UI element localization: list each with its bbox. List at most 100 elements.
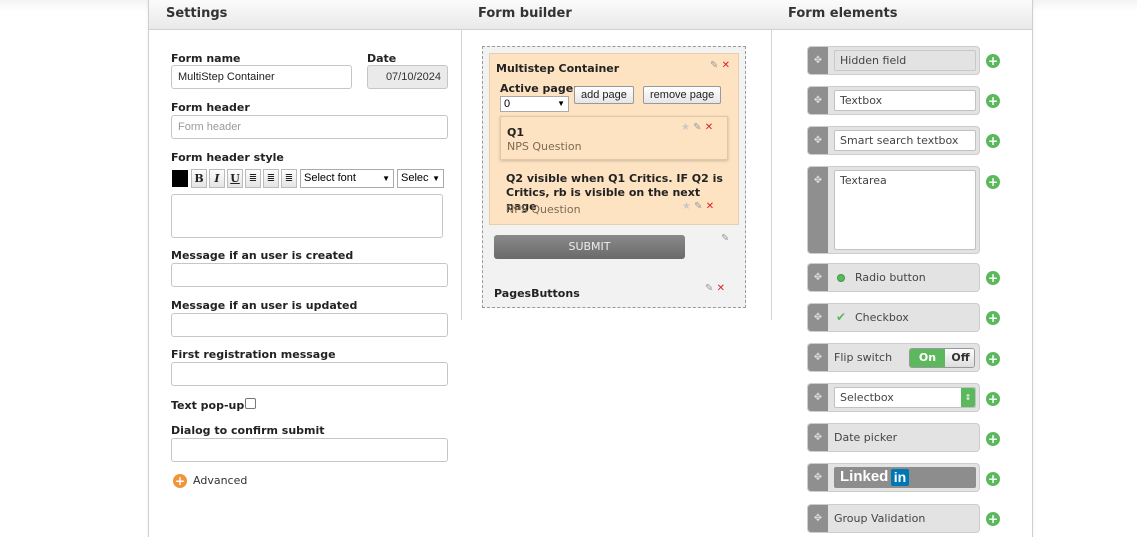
q2-subtitle: NPS Question bbox=[506, 203, 581, 216]
q1-subtitle: NPS Question bbox=[507, 140, 582, 153]
linkedin-text: Linked bbox=[840, 468, 889, 485]
text-popup-label: Text pop-up bbox=[171, 399, 245, 412]
add-page-button[interactable]: add page bbox=[574, 86, 634, 104]
flip-switch-toggle[interactable]: On Off bbox=[909, 348, 975, 368]
form-elements-header: Form elements bbox=[771, 0, 1032, 30]
italic-button[interactable]: I bbox=[209, 169, 225, 188]
drag-handle-icon[interactable]: ✥ bbox=[808, 424, 828, 451]
element-hidden-field[interactable]: ✥ Hidden field bbox=[807, 46, 980, 75]
element-flip-switch[interactable]: ✥ Flip switch On Off bbox=[807, 343, 980, 372]
container-title: Multistep Container bbox=[496, 62, 620, 75]
form-elements-title: Form elements bbox=[788, 6, 898, 21]
pencil-icon[interactable]: ✎ bbox=[710, 60, 718, 71]
drag-handle-icon[interactable]: ✥ bbox=[808, 384, 828, 411]
form-name-input[interactable]: MultiStep Container bbox=[171, 65, 352, 89]
plus-icon[interactable]: + bbox=[986, 352, 1000, 366]
drag-handle-icon[interactable]: ✥ bbox=[808, 264, 828, 291]
active-page-label: Active page: bbox=[500, 82, 578, 95]
plus-icon[interactable]: + bbox=[986, 432, 1000, 446]
text-popup-checkbox[interactable] bbox=[245, 398, 256, 409]
active-page-value: 0 bbox=[504, 98, 511, 110]
pencil-icon[interactable]: ✎ bbox=[693, 122, 701, 133]
form-header-label: Form header bbox=[171, 101, 250, 114]
pencil-icon[interactable]: ✎ bbox=[721, 233, 729, 244]
plus-icon[interactable]: + bbox=[986, 271, 1000, 285]
form-header-input[interactable]: Form header bbox=[171, 115, 448, 139]
align-left-icon[interactable]: ≣ bbox=[245, 169, 261, 188]
element-textarea[interactable]: ✥ Textarea bbox=[807, 166, 980, 254]
drag-handle-icon[interactable]: ✥ bbox=[808, 304, 828, 331]
pencil-icon[interactable]: ✎ bbox=[705, 283, 713, 294]
header-style-editor[interactable] bbox=[171, 194, 443, 238]
q2-actions: ★ ✎ ✕ bbox=[682, 201, 714, 212]
element-smart-search[interactable]: ✥ Smart search textbox bbox=[807, 126, 980, 155]
drag-handle-icon[interactable]: ✥ bbox=[808, 344, 828, 371]
plus-icon[interactable]: + bbox=[986, 94, 1000, 108]
flip-switch-label: Flip switch bbox=[834, 351, 893, 364]
pencil-icon[interactable]: ✎ bbox=[694, 201, 702, 212]
msg-updated-label: Message if an user is updated bbox=[171, 299, 358, 312]
multistep-container[interactable]: Multistep Container ✎ ✕ Active page: 0 ▼ … bbox=[489, 53, 739, 225]
element-linkedin[interactable]: ✥ Linked in bbox=[807, 463, 980, 492]
plus-icon[interactable]: + bbox=[986, 512, 1000, 526]
advanced-link[interactable]: Advanced bbox=[193, 474, 247, 487]
font-select-value: Select font bbox=[304, 172, 356, 184]
q1-actions: ★ ✎ ✕ bbox=[681, 122, 713, 133]
element-textbox[interactable]: ✥ Textbox bbox=[807, 86, 980, 115]
drag-handle-icon[interactable]: ✥ bbox=[808, 505, 828, 532]
chevron-down-icon: ▼ bbox=[432, 174, 440, 183]
msg-updated-input[interactable] bbox=[171, 313, 448, 337]
align-right-icon[interactable]: ≣ bbox=[281, 169, 297, 188]
textarea-label: Textarea bbox=[834, 170, 976, 250]
smart-search-label: Smart search textbox bbox=[834, 130, 976, 151]
container-actions: ✎ ✕ bbox=[710, 60, 730, 71]
plus-icon[interactable]: + bbox=[986, 472, 1000, 486]
first-reg-input[interactable] bbox=[171, 362, 448, 386]
drag-handle-icon[interactable]: ✥ bbox=[808, 167, 828, 253]
radio-dot-icon bbox=[837, 274, 845, 282]
underline-button[interactable]: U bbox=[227, 169, 243, 188]
star-icon[interactable]: ★ bbox=[681, 122, 690, 133]
element-radio-button[interactable]: ✥ Radio button bbox=[807, 263, 980, 292]
dialog-confirm-input[interactable] bbox=[171, 438, 448, 462]
question-card-q2[interactable]: Q2 visible when Q1 Critics. IF Q2 is Cri… bbox=[500, 170, 730, 220]
question-card-q1[interactable]: Q1 NPS Question ★ ✎ ✕ bbox=[500, 116, 728, 160]
star-icon[interactable]: ★ bbox=[682, 201, 691, 212]
plus-icon[interactable]: + bbox=[986, 311, 1000, 325]
close-icon[interactable]: ✕ bbox=[706, 201, 714, 212]
element-date-picker[interactable]: ✥ Date picker bbox=[807, 423, 980, 452]
chevron-down-icon: ▼ bbox=[557, 99, 565, 108]
drag-handle-icon[interactable]: ✥ bbox=[808, 127, 828, 154]
form-name-label: Form name bbox=[171, 52, 241, 65]
element-selectbox[interactable]: ✥ Selectbox ⇕ bbox=[807, 383, 980, 412]
msg-created-input[interactable] bbox=[171, 263, 448, 287]
font-select[interactable]: Select font ▼ bbox=[300, 169, 394, 188]
plus-icon[interactable]: + bbox=[986, 54, 1000, 68]
close-icon[interactable]: ✕ bbox=[705, 122, 713, 133]
element-group-validation[interactable]: ✥ Group Validation bbox=[807, 504, 980, 533]
drag-handle-icon[interactable]: ✥ bbox=[808, 464, 828, 491]
plus-icon[interactable]: + bbox=[986, 175, 1000, 189]
bold-button[interactable]: B bbox=[191, 169, 207, 188]
color-picker-button[interactable] bbox=[172, 170, 188, 187]
settings-header: Settings bbox=[149, 0, 461, 30]
plus-icon[interactable]: + bbox=[986, 134, 1000, 148]
element-checkbox[interactable]: ✥ ✔ Checkbox bbox=[807, 303, 980, 332]
plus-icon[interactable]: + bbox=[173, 474, 187, 488]
date-label: Date bbox=[367, 52, 397, 65]
size-select-value: Selec bbox=[401, 172, 429, 184]
size-select[interactable]: Selec ▼ bbox=[397, 169, 444, 188]
close-icon[interactable]: ✕ bbox=[717, 283, 725, 294]
checkmark-icon: ✔ bbox=[836, 310, 847, 324]
drag-handle-icon[interactable]: ✥ bbox=[808, 87, 828, 114]
submit-button[interactable]: SUBMIT bbox=[494, 235, 685, 259]
remove-page-button[interactable]: remove page bbox=[643, 86, 722, 104]
chevron-down-icon: ▼ bbox=[382, 174, 390, 183]
align-center-icon[interactable]: ≣ bbox=[263, 169, 279, 188]
form-builder-area: Multistep Container ✎ ✕ Active page: 0 ▼ … bbox=[482, 46, 746, 308]
active-page-select[interactable]: 0 ▼ bbox=[500, 96, 569, 112]
close-icon[interactable]: ✕ bbox=[722, 60, 730, 71]
first-reg-label: First registration message bbox=[171, 348, 336, 361]
plus-icon[interactable]: + bbox=[986, 392, 1000, 406]
drag-handle-icon[interactable]: ✥ bbox=[808, 47, 828, 74]
